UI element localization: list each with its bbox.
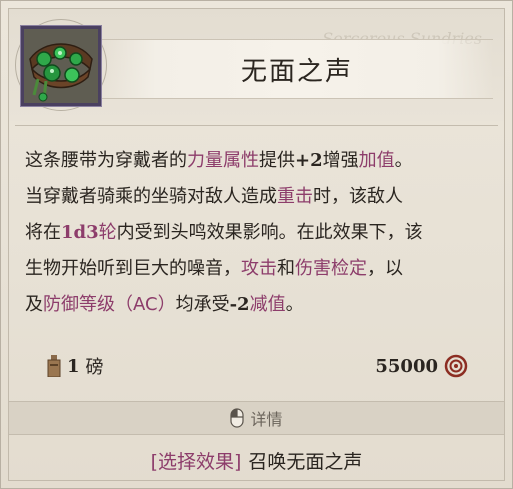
description-text: 1d3: [61, 222, 99, 243]
details-label: 详情: [250, 410, 283, 429]
weight-unit: 磅: [85, 357, 104, 378]
item-price: 55000: [375, 353, 468, 379]
description-text: +2: [295, 150, 323, 171]
item-action[interactable]: [选择效果] 召唤无面之声: [1, 444, 512, 476]
item-title: 无面之声: [240, 56, 353, 87]
details-button[interactable]: 详情: [9, 401, 504, 435]
description-line-4: 生物开始听到巨大的噪音，攻击和伤害检定，以: [25, 251, 493, 287]
description-text: 这条腰带为穿戴者的: [25, 150, 187, 171]
description-text: 。: [394, 150, 413, 171]
keyword-text[interactable]: 减值: [250, 294, 286, 315]
action-text: 召唤无面之声: [248, 450, 363, 473]
description-line-5: 及防御等级（AC）均承受-2减值。: [25, 287, 493, 323]
keyword-text[interactable]: 重击: [277, 186, 313, 207]
description-text: 增强: [322, 150, 359, 171]
description-text: 时，该敌人: [313, 186, 403, 207]
weight-icon: [47, 355, 61, 377]
action-tag: [选择效果]: [150, 450, 242, 473]
item-icon-frame[interactable]: [21, 26, 101, 106]
description-text: 。: [285, 294, 304, 315]
header-divider: [15, 125, 498, 126]
price-value: 55000: [375, 355, 438, 377]
weight-value: 1: [67, 355, 80, 377]
item-weight: 1 磅: [47, 353, 104, 379]
description-text: 内受到头鸣效果影响。在此效果下，该: [116, 222, 423, 243]
description-line-3: 将在1d3轮内受到头鸣效果影响。在此效果下，该: [25, 215, 493, 251]
keyword-text[interactable]: 力量属性: [187, 150, 259, 171]
description-text: 将在: [25, 222, 61, 243]
description-text: 当穿戴者骑乘的坐骑对敌人造成: [25, 186, 277, 207]
description-text: 提供: [259, 150, 295, 171]
description-text: 和: [277, 258, 295, 279]
description-text: -2: [229, 294, 250, 315]
keyword-text[interactable]: 攻击: [241, 258, 277, 279]
description-text: 均承受: [175, 294, 230, 315]
title-plate: 无面之声: [101, 39, 493, 99]
keyword-text[interactable]: 伤害检定: [295, 258, 367, 279]
description-text: 及: [25, 294, 43, 315]
description-line-1: 这条腰带为穿戴者的力量属性提供+2增强加值。: [25, 143, 493, 179]
item-tooltip: Sorcerous Sundries 无面之声 这条腰带为穿戴者的力量属性提供+…: [0, 0, 513, 489]
coin-icon: [444, 354, 468, 378]
description-text: ，以: [367, 258, 403, 279]
keyword-text[interactable]: 防御等级（AC）: [43, 294, 176, 315]
description-text: 生物开始听到巨大的噪音，: [25, 258, 241, 279]
keyword-text[interactable]: 加值: [359, 150, 395, 171]
item-description: 这条腰带为穿戴者的力量属性提供+2增强加值。 当穿戴者骑乘的坐骑对敌人造成重击时…: [25, 143, 493, 323]
keyword-text[interactable]: 轮: [99, 222, 117, 243]
description-line-2: 当穿戴者骑乘的坐骑对敌人造成重击时，该敌人: [25, 179, 493, 215]
belt-icon: [24, 29, 98, 103]
mouse-icon: [230, 408, 245, 428]
